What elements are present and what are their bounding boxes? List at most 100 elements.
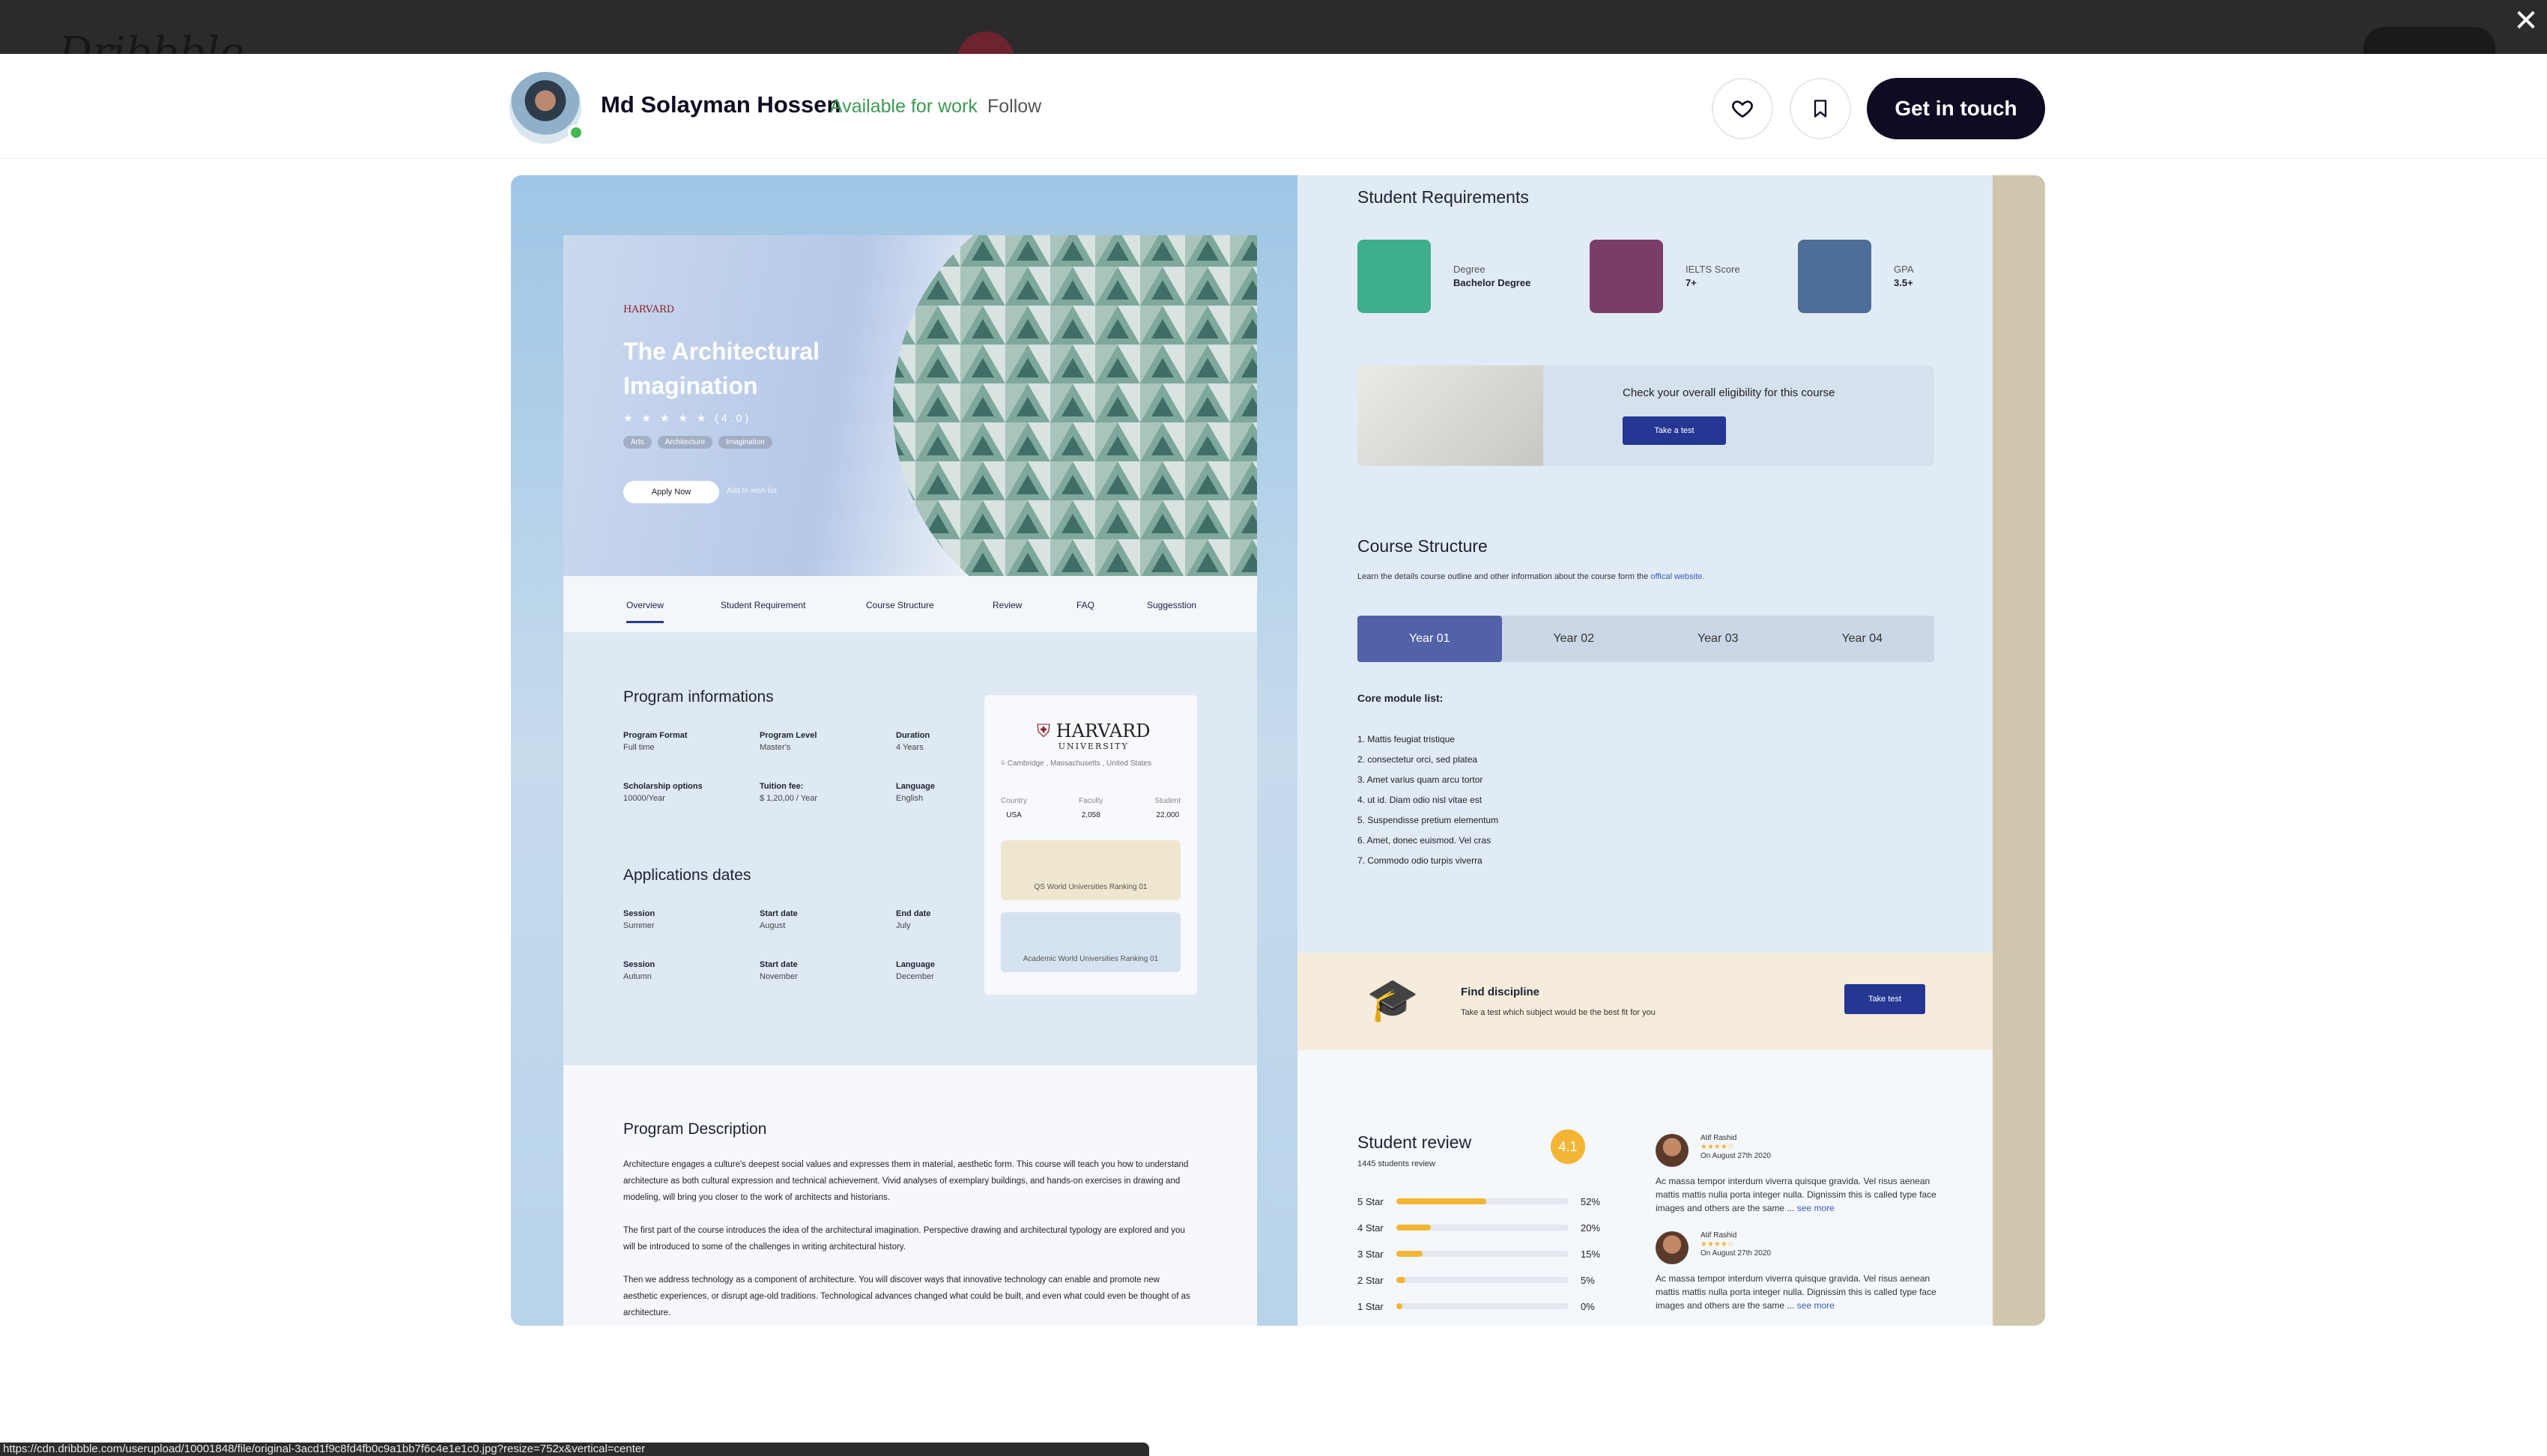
info-field: Duration 4 Years <box>896 731 930 752</box>
rating-bar-track <box>1396 1251 1569 1257</box>
rating-bar-percent: 20% <box>1581 1222 1601 1234</box>
rating-bar-label: 4 Star <box>1357 1222 1384 1234</box>
course-page-mockup: HARVARD The Architectural Imagination ★ … <box>563 235 1257 1326</box>
qs-ranking-card: QS World Universities Ranking 01 <box>1001 840 1181 900</box>
list-item: 3. Amet varius quam arcu tortor <box>1357 774 1483 785</box>
find-discipline-title: Find discipline <box>1461 986 1540 998</box>
list-item: 2. consectetur orci, sed platea <box>1357 754 1478 765</box>
review-score-badge: 4.1 <box>1551 1129 1585 1164</box>
rating-bar-fill <box>1396 1225 1431 1231</box>
official-website-link: offical website. <box>1650 572 1705 581</box>
rating-bar-label: 3 Star <box>1357 1248 1384 1260</box>
heart-icon <box>1732 100 1753 118</box>
follow-button[interactable]: Follow <box>987 96 1041 118</box>
list-item: 6. Amet, donec euismod. Vel cras <box>1357 835 1491 846</box>
info-field: Tuition fee: $ 1,20,00 / Year <box>760 782 818 803</box>
course-tabs: Overview Student Requirement Course Stru… <box>563 576 1257 633</box>
rating-bar-fill <box>1396 1277 1405 1283</box>
backdrop-bar: Dribbble <box>0 0 2547 77</box>
tab-year-02: Year 02 <box>1553 632 1595 645</box>
info-field: Program Level Master's <box>760 731 817 752</box>
requirements-title: Student Requirements <box>1357 187 1529 207</box>
application-dates-title: Applications dates <box>623 867 751 884</box>
save-button[interactable] <box>1790 78 1851 139</box>
university-location: ⌾ Cambridge , Massachusetts , United Sta… <box>1001 759 1152 768</box>
rating-bar-track <box>1396 1277 1569 1283</box>
reviewer-avatar <box>1656 1134 1689 1167</box>
tag-chip: Architecture <box>657 436 713 449</box>
shot-modal: Md Solayman Hossen Available for work Fo… <box>0 54 2547 1456</box>
program-description: Program Description Architecture engages… <box>563 1065 1257 1326</box>
eligibility-text: Check your overall eligibility for this … <box>1623 386 1835 399</box>
tag-chips: Arts Architecture Imagination <box>623 436 772 449</box>
date-field: Session Autumn <box>623 960 655 981</box>
list-item: 1. Mattis feugiat tristique <box>1357 734 1456 744</box>
requirements-panel: Student Requirements Degree Bachelor Degr… <box>1297 175 1993 1326</box>
ielts-icon <box>1590 240 1663 313</box>
rating-bar-fill <box>1396 1198 1486 1204</box>
hero-banner: HARVARD The Architectural Imagination ★ … <box>563 235 1257 576</box>
rating-bar-track <box>1396 1303 1569 1309</box>
tab-overview: Overview <box>626 600 664 623</box>
requirement-item: GPA 3.5+ <box>1798 240 1914 313</box>
requirement-item: Degree Bachelor Degree <box>1357 240 1530 313</box>
description-paragraph: The first part of the course introduces … <box>623 1226 1185 1252</box>
date-field: Session Summer <box>623 909 655 930</box>
description-title: Program Description <box>623 1120 767 1138</box>
course-structure-title: Course Structure <box>1357 536 1488 556</box>
program-info-title: Program informations <box>623 688 774 706</box>
find-discipline-banner: 🎓 Find discipline Take a test which subj… <box>1297 953 1993 1050</box>
availability-status[interactable]: Available for work <box>830 96 978 118</box>
like-button[interactable] <box>1712 78 1773 139</box>
description-paragraph: Architecture engages a culture's deepest… <box>623 1160 1189 1202</box>
geodesic-dome-image <box>893 235 1257 576</box>
harvard-mini-logo: HARVARD <box>623 304 675 315</box>
requirement-item: IELTS Score 7+ <box>1590 240 1740 313</box>
wishlist-link: Add to wish list <box>727 487 777 495</box>
rating-bar-track <box>1396 1198 1569 1204</box>
date-field: Start date August <box>760 909 798 930</box>
review-count: 1445 students review <box>1357 1159 1435 1168</box>
tab-student-requirement: Student Requirement <box>721 600 806 610</box>
tab-faq: FAQ <box>1076 600 1095 610</box>
bookmark-icon <box>1814 100 1827 118</box>
rating-value: (4.0) <box>715 412 751 424</box>
student-review-section: Student review 1445 students review 4.1 … <box>1297 1050 1993 1326</box>
date-field: End date July <box>896 909 931 930</box>
tab-course-structure: Course Structure <box>866 600 934 610</box>
tab-year-01: Year 01 <box>1357 616 1502 662</box>
date-field: Start date November <box>760 960 798 981</box>
rating-bar-row: 2 Star 5% <box>1357 1273 1605 1287</box>
rating-bar-row: 3 Star 15% <box>1357 1246 1605 1261</box>
degree-icon <box>1357 240 1431 313</box>
module-list: 1. Mattis feugiat tristique 2. consectet… <box>1357 729 1498 871</box>
graduation-cap-icon: 🎓 <box>1366 976 1419 1023</box>
tab-year-03: Year 03 <box>1697 632 1739 645</box>
list-item: 4. ut id. Diam odio nisl vitae est <box>1357 795 1483 805</box>
tag-chip: Imagination <box>718 436 772 449</box>
author-name[interactable]: Md Solayman Hossen <box>601 91 841 118</box>
student-review-title: Student review <box>1357 1132 1472 1152</box>
online-status-dot <box>568 124 584 141</box>
tab-review: Review <box>993 600 1023 610</box>
rating-bar-track <box>1396 1225 1569 1231</box>
shot-header: Md Solayman Hossen Available for work Fo… <box>0 54 2547 159</box>
rating-stars: ★ ★ ★ ★ ★ (4.0) <box>623 412 751 425</box>
apply-now-button: Apply Now <box>623 481 719 503</box>
tab-year-04: Year 04 <box>1841 632 1883 645</box>
location-pin-icon: ⌾ <box>1001 759 1008 768</box>
info-field: Scholarship options 10000/Year <box>623 782 703 803</box>
description-paragraph: Then we address technology as a componen… <box>623 1275 1190 1317</box>
academic-ranking-card: Academic World Universities Ranking 01 <box>1001 912 1181 972</box>
course-title: The Architectural Imagination <box>623 338 820 399</box>
date-field: Language December <box>896 960 935 981</box>
year-tabs: Year 01 Year 02 Year 03 Year 04 <box>1357 616 1934 662</box>
rating-bar-percent: 5% <box>1581 1274 1595 1286</box>
info-field: Language English <box>896 782 935 803</box>
get-in-touch-button[interactable]: Get in touch <box>1867 78 2045 139</box>
gpa-icon <box>1798 240 1871 313</box>
list-item: 7. Commodo odio turpis viverra <box>1357 855 1483 866</box>
find-discipline-subtitle: Take a test which subject would be the b… <box>1461 1008 1656 1017</box>
take-a-test-button: Take a test <box>1623 416 1726 445</box>
close-icon[interactable]: ✕ <box>2513 6 2540 36</box>
